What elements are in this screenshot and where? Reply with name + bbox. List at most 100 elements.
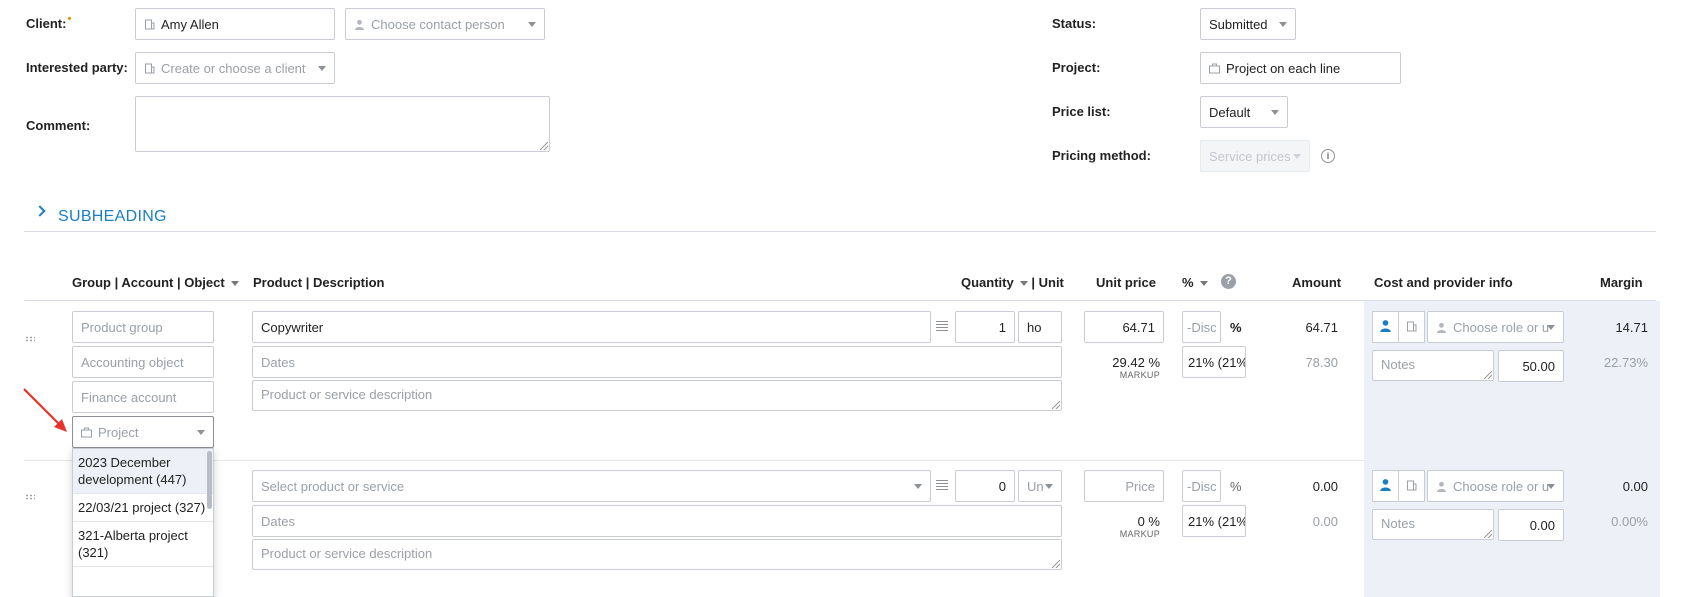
divider (24, 300, 1656, 301)
discount-field[interactable]: -Disc (1182, 311, 1221, 343)
markup-label: MARKUP (1119, 370, 1160, 380)
resize-handle[interactable] (1484, 530, 1492, 538)
provider-toggle-button[interactable] (1398, 311, 1425, 343)
divider (24, 231, 1656, 232)
percent-toggle[interactable]: % (1230, 479, 1242, 494)
unit-select[interactable]: Un (1018, 470, 1062, 502)
accounting-object-field[interactable]: Accounting object (72, 346, 214, 378)
role-select[interactable]: Choose role or u (1427, 470, 1564, 502)
person-icon (354, 19, 365, 30)
product-select[interactable]: Select product or service (252, 470, 931, 502)
tax-field[interactable]: 21% (21% (1182, 346, 1246, 378)
margin-percent: 22.73% (1603, 355, 1648, 370)
building-icon (144, 63, 155, 74)
finance-account-field[interactable]: Finance account (72, 381, 214, 413)
description-textarea[interactable]: Product or service description (252, 380, 1062, 411)
unit-field[interactable]: ho (1018, 311, 1062, 343)
dates-field[interactable]: Dates (252, 505, 1062, 537)
chevron-down-icon (1547, 484, 1555, 489)
list-icon[interactable] (936, 321, 948, 332)
comment-textarea[interactable] (135, 96, 550, 152)
amount-value: 64.71 (1305, 320, 1338, 335)
client-field[interactable]: Amy Allen (135, 8, 335, 40)
product-group-field[interactable]: Product group (72, 311, 214, 343)
project-dropdown: 2023 December development (447) 22/03/21… (72, 448, 214, 597)
col-margin-header: Margin (1600, 275, 1643, 290)
notes-textarea[interactable]: Notes (1372, 350, 1494, 381)
chevron-right-icon[interactable] (34, 205, 46, 217)
col-group-header[interactable]: Group | Account | Object (72, 275, 239, 290)
description-textarea[interactable]: Product or service description (252, 539, 1062, 570)
comment-label: Comment: (26, 118, 91, 133)
resize-handle[interactable] (540, 142, 548, 150)
product-field[interactable]: Copywriter (252, 311, 931, 343)
notes-textarea[interactable]: Notes (1372, 509, 1494, 540)
margin-value: 14.71 (1615, 320, 1648, 335)
arrow-annotation-icon (23, 388, 67, 432)
discount-field[interactable]: -Disc (1182, 470, 1221, 502)
quantity-field[interactable]: 0 (955, 470, 1015, 502)
building-icon (144, 19, 155, 30)
margin-value: 0.00 (1622, 479, 1648, 494)
chevron-down-icon (197, 430, 205, 435)
role-select[interactable]: Choose role or u (1427, 311, 1564, 343)
resize-handle[interactable] (1052, 401, 1060, 409)
person-icon (1379, 478, 1392, 494)
markup-value: 0 % (1137, 514, 1160, 529)
chevron-down-icon (1547, 325, 1555, 330)
price-list-select[interactable]: Default (1200, 96, 1288, 128)
dropdown-option[interactable]: 321-Alberta project (321) (73, 522, 213, 567)
unit-price-field[interactable]: Price (1084, 470, 1164, 502)
markup-label: MARKUP (1119, 529, 1160, 539)
building-icon (1406, 320, 1417, 335)
chevron-down-icon (230, 281, 239, 287)
chevron-down-icon (1279, 22, 1287, 27)
interested-party-select[interactable]: Create or choose a client (135, 52, 335, 84)
chevron-down-icon (1045, 484, 1053, 489)
drag-handle[interactable] (25, 494, 35, 500)
amount-with-tax: 78.30 (1305, 355, 1338, 370)
chevron-down-icon (318, 66, 326, 71)
person-toggle-button[interactable] (1372, 311, 1399, 343)
scrollbar[interactable] (207, 451, 212, 509)
amount-with-tax: 0.00 (1312, 514, 1338, 529)
col-unit-price-header: Unit price (1096, 275, 1156, 290)
quantity-field[interactable]: 1 (955, 311, 1015, 343)
col-percent-header[interactable]: % (1182, 275, 1208, 290)
provider-toggle-button[interactable] (1398, 470, 1425, 502)
dates-field[interactable]: Dates (252, 346, 1062, 378)
list-icon[interactable] (936, 480, 948, 491)
cost-field[interactable]: 0.00 (1498, 509, 1564, 541)
info-icon[interactable]: i (1321, 149, 1335, 163)
status-select[interactable]: Submitted (1200, 8, 1296, 40)
drag-handle[interactable] (25, 336, 35, 342)
chevron-down-icon (528, 22, 536, 27)
margin-percent: 0.00% (1611, 514, 1648, 529)
building-icon (1406, 479, 1417, 494)
resize-handle[interactable] (1052, 560, 1060, 568)
dropdown-option[interactable]: 2023 December development (447) (73, 449, 213, 494)
project-field[interactable]: Project on each line (1200, 52, 1401, 84)
markup-value: 29.42 % (1112, 355, 1160, 370)
pricing-method-select: Service prices (1200, 140, 1310, 172)
chevron-down-icon (1271, 110, 1279, 115)
chevron-down-icon (1293, 154, 1301, 159)
tax-field[interactable]: 21% (21% (1182, 505, 1246, 537)
help-icon[interactable]: ? (1221, 274, 1236, 289)
cost-panel (1364, 301, 1660, 597)
contact-person-select[interactable]: Choose contact person (345, 8, 545, 40)
cost-field[interactable]: 50.00 (1498, 350, 1564, 382)
price-list-label: Price list: (1052, 104, 1111, 119)
unit-price-field[interactable]: 64.71 (1084, 311, 1164, 343)
col-amount-header: Amount (1292, 275, 1342, 290)
dropdown-option[interactable]: 22/03/21 project (327) (73, 494, 213, 522)
person-toggle-button[interactable] (1372, 470, 1399, 502)
resize-handle[interactable] (1484, 371, 1492, 379)
percent-toggle[interactable]: % (1230, 320, 1242, 335)
chevron-down-icon (1199, 281, 1208, 287)
col-product-header: Product | Description (253, 275, 385, 290)
required-marker: • (67, 13, 72, 25)
subheading-toggle[interactable]: SUBHEADING (58, 208, 167, 226)
project-select[interactable]: Project (72, 416, 214, 448)
col-quantity-header[interactable]: Quantity | Unit (961, 275, 1064, 290)
